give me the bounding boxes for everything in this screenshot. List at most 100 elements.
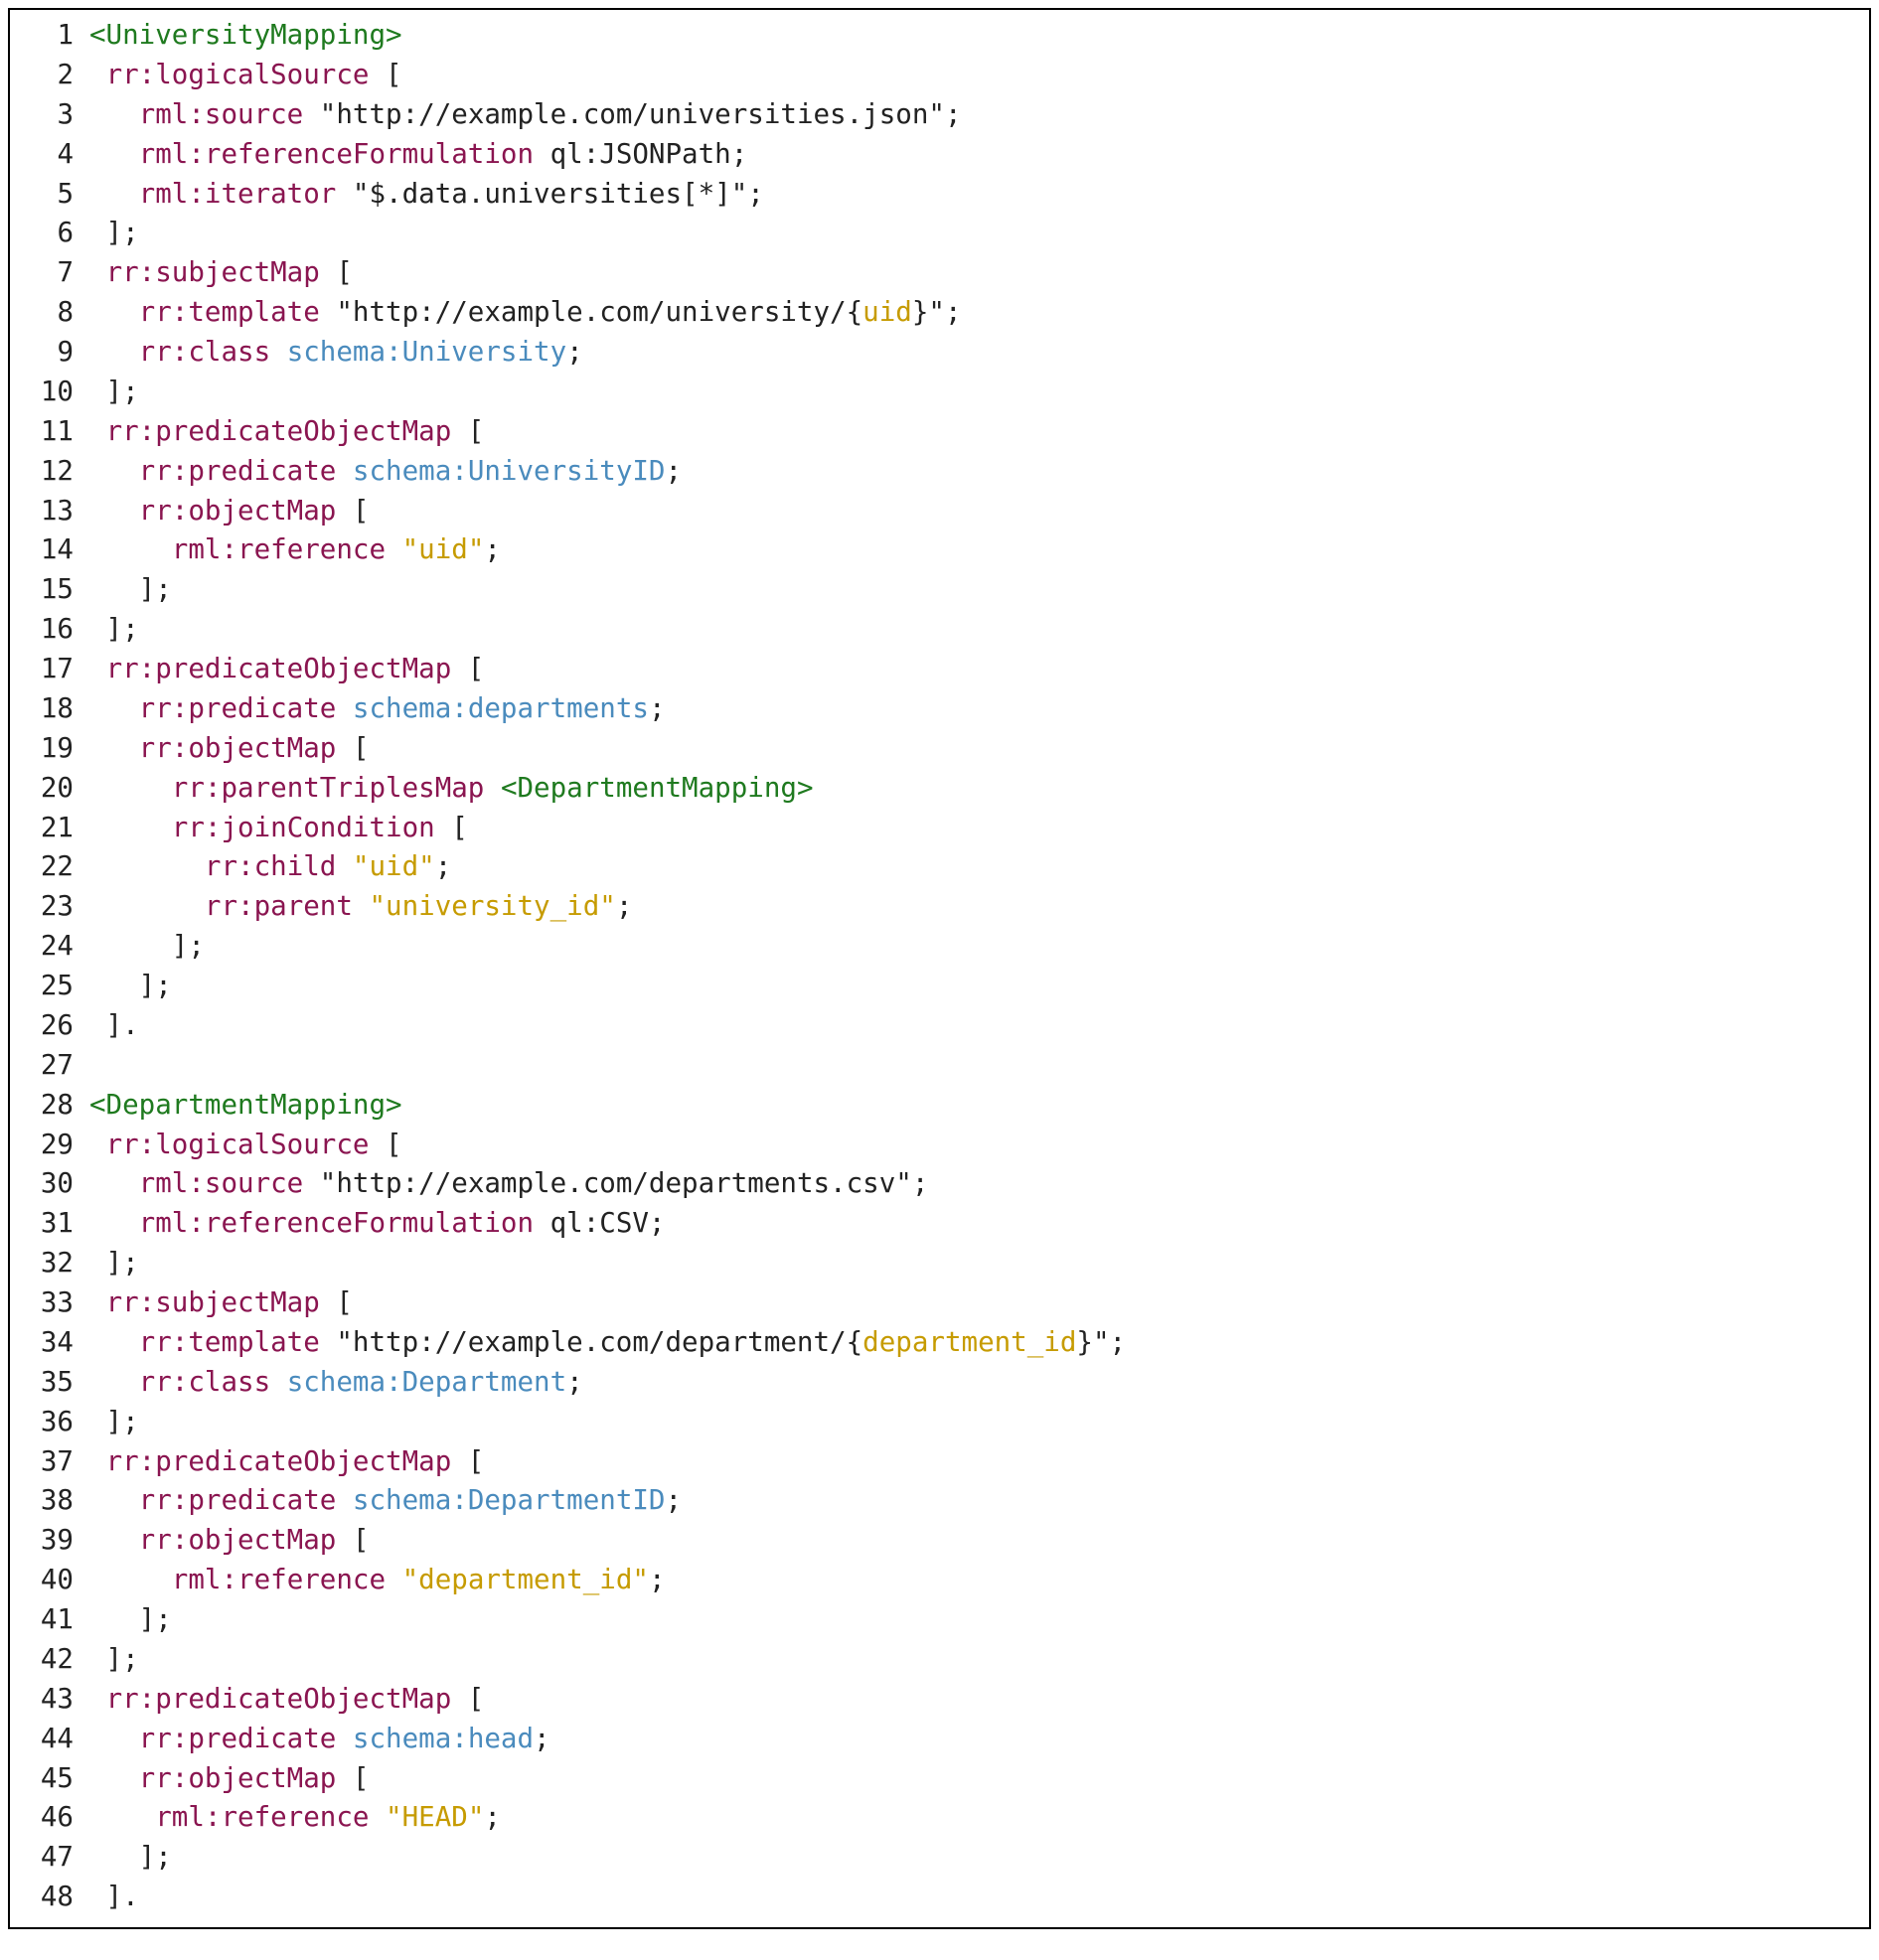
code-line: 36 ]; [10, 1403, 1869, 1442]
code-content: ]. [89, 1006, 1869, 1046]
line-number: 20 [10, 769, 89, 809]
line-number: 9 [10, 333, 89, 373]
line-number: 40 [10, 1561, 89, 1600]
line-number: 33 [10, 1283, 89, 1323]
line-number: 35 [10, 1363, 89, 1403]
line-number: 2 [10, 56, 89, 95]
code-content: rr:joinCondition [ [89, 809, 1869, 848]
line-number: 39 [10, 1521, 89, 1561]
code-content: rml:reference "uid"; [89, 530, 1869, 570]
code-line: 25 ]; [10, 967, 1869, 1006]
code-content: rr:predicateObjectMap [ [89, 1442, 1869, 1482]
line-number: 3 [10, 95, 89, 135]
code-line: 17 rr:predicateObjectMap [ [10, 650, 1869, 689]
line-number: 19 [10, 729, 89, 769]
line-number: 41 [10, 1600, 89, 1640]
code-content: ]; [89, 1403, 1869, 1442]
code-content: rr:template "http://example.com/departme… [89, 1323, 1869, 1363]
line-number: 17 [10, 650, 89, 689]
code-content: ]; [89, 927, 1869, 967]
code-line: 39 rr:objectMap [ [10, 1521, 1869, 1561]
code-line: 45 rr:objectMap [ [10, 1759, 1869, 1799]
line-number: 8 [10, 293, 89, 333]
code-content: rml:reference "department_id"; [89, 1561, 1869, 1600]
code-content: ]; [89, 570, 1869, 610]
code-content: rr:predicate schema:UniversityID; [89, 452, 1869, 492]
code-block: 1<UniversityMapping>2 rr:logicalSource [… [8, 8, 1871, 1929]
line-number: 27 [10, 1046, 89, 1086]
code-content: rr:predicateObjectMap [ [89, 412, 1869, 452]
code-content: rml:iterator "$.data.universities[*]"; [89, 175, 1869, 215]
line-number: 6 [10, 214, 89, 253]
code-content: rr:predicate schema:departments; [89, 689, 1869, 729]
code-content: rr:class schema:Department; [89, 1363, 1869, 1403]
code-line: 24 ]; [10, 927, 1869, 967]
code-content: rr:template "http://example.com/universi… [89, 293, 1869, 333]
code-line: 44 rr:predicate schema:head; [10, 1720, 1869, 1759]
code-line: 9 rr:class schema:University; [10, 333, 1869, 373]
code-line: 31 rml:referenceFormulation ql:CSV; [10, 1204, 1869, 1244]
line-number: 12 [10, 452, 89, 492]
code-line: 37 rr:predicateObjectMap [ [10, 1442, 1869, 1482]
code-content: rml:source "http://example.com/universit… [89, 95, 1869, 135]
code-content: rml:referenceFormulation ql:CSV; [89, 1204, 1869, 1244]
code-line: 7 rr:subjectMap [ [10, 253, 1869, 293]
code-content: rr:class schema:University; [89, 333, 1869, 373]
code-content: rr:parentTriplesMap <DepartmentMapping> [89, 769, 1869, 809]
line-number: 36 [10, 1403, 89, 1442]
code-line: 29 rr:logicalSource [ [10, 1126, 1869, 1165]
line-number: 44 [10, 1720, 89, 1759]
code-line: 20 rr:parentTriplesMap <DepartmentMappin… [10, 769, 1869, 809]
code-line: 28<DepartmentMapping> [10, 1086, 1869, 1126]
code-line: 1<UniversityMapping> [10, 16, 1869, 56]
code-content: ]; [89, 1244, 1869, 1283]
code-line: 34 rr:template "http://example.com/depar… [10, 1323, 1869, 1363]
code-line: 18 rr:predicate schema:departments; [10, 689, 1869, 729]
code-content: ]; [89, 1600, 1869, 1640]
line-number: 47 [10, 1838, 89, 1878]
line-number: 24 [10, 927, 89, 967]
code-line: 14 rml:reference "uid"; [10, 530, 1869, 570]
code-content: rr:predicateObjectMap [ [89, 1680, 1869, 1720]
code-line: 8 rr:template "http://example.com/univer… [10, 293, 1869, 333]
line-number: 48 [10, 1878, 89, 1917]
code-content: rml:referenceFormulation ql:JSONPath; [89, 135, 1869, 175]
code-line: 48 ]. [10, 1878, 1869, 1917]
line-number: 13 [10, 492, 89, 531]
code-line: 13 rr:objectMap [ [10, 492, 1869, 531]
code-line: 2 rr:logicalSource [ [10, 56, 1869, 95]
line-number: 5 [10, 175, 89, 215]
line-number: 7 [10, 253, 89, 293]
code-content: rr:predicate schema:head; [89, 1720, 1869, 1759]
code-content: rr:parent "university_id"; [89, 887, 1869, 927]
code-content: rr:predicateObjectMap [ [89, 650, 1869, 689]
line-number: 14 [10, 530, 89, 570]
code-content: rr:child "uid"; [89, 847, 1869, 887]
code-line: 35 rr:class schema:Department; [10, 1363, 1869, 1403]
code-line: 43 rr:predicateObjectMap [ [10, 1680, 1869, 1720]
line-number: 45 [10, 1759, 89, 1799]
code-content: ]; [89, 373, 1869, 412]
line-number: 11 [10, 412, 89, 452]
line-number: 1 [10, 16, 89, 56]
line-number: 31 [10, 1204, 89, 1244]
code-content: rr:objectMap [ [89, 492, 1869, 531]
line-number: 26 [10, 1006, 89, 1046]
code-line: 33 rr:subjectMap [ [10, 1283, 1869, 1323]
code-content: rr:predicate schema:DepartmentID; [89, 1481, 1869, 1521]
code-content: rr:objectMap [ [89, 1759, 1869, 1799]
code-content: ]; [89, 1640, 1869, 1680]
line-number: 10 [10, 373, 89, 412]
code-line: 27 [10, 1046, 1869, 1086]
code-content: ]; [89, 610, 1869, 650]
code-line: 40 rml:reference "department_id"; [10, 1561, 1869, 1600]
line-number: 34 [10, 1323, 89, 1363]
code-content: ]; [89, 1838, 1869, 1878]
line-number: 32 [10, 1244, 89, 1283]
code-content: rml:source "http://example.com/departmen… [89, 1164, 1869, 1204]
line-number: 42 [10, 1640, 89, 1680]
line-number: 28 [10, 1086, 89, 1126]
code-content: <UniversityMapping> [89, 16, 1869, 56]
code-line: 16 ]; [10, 610, 1869, 650]
code-line: 32 ]; [10, 1244, 1869, 1283]
